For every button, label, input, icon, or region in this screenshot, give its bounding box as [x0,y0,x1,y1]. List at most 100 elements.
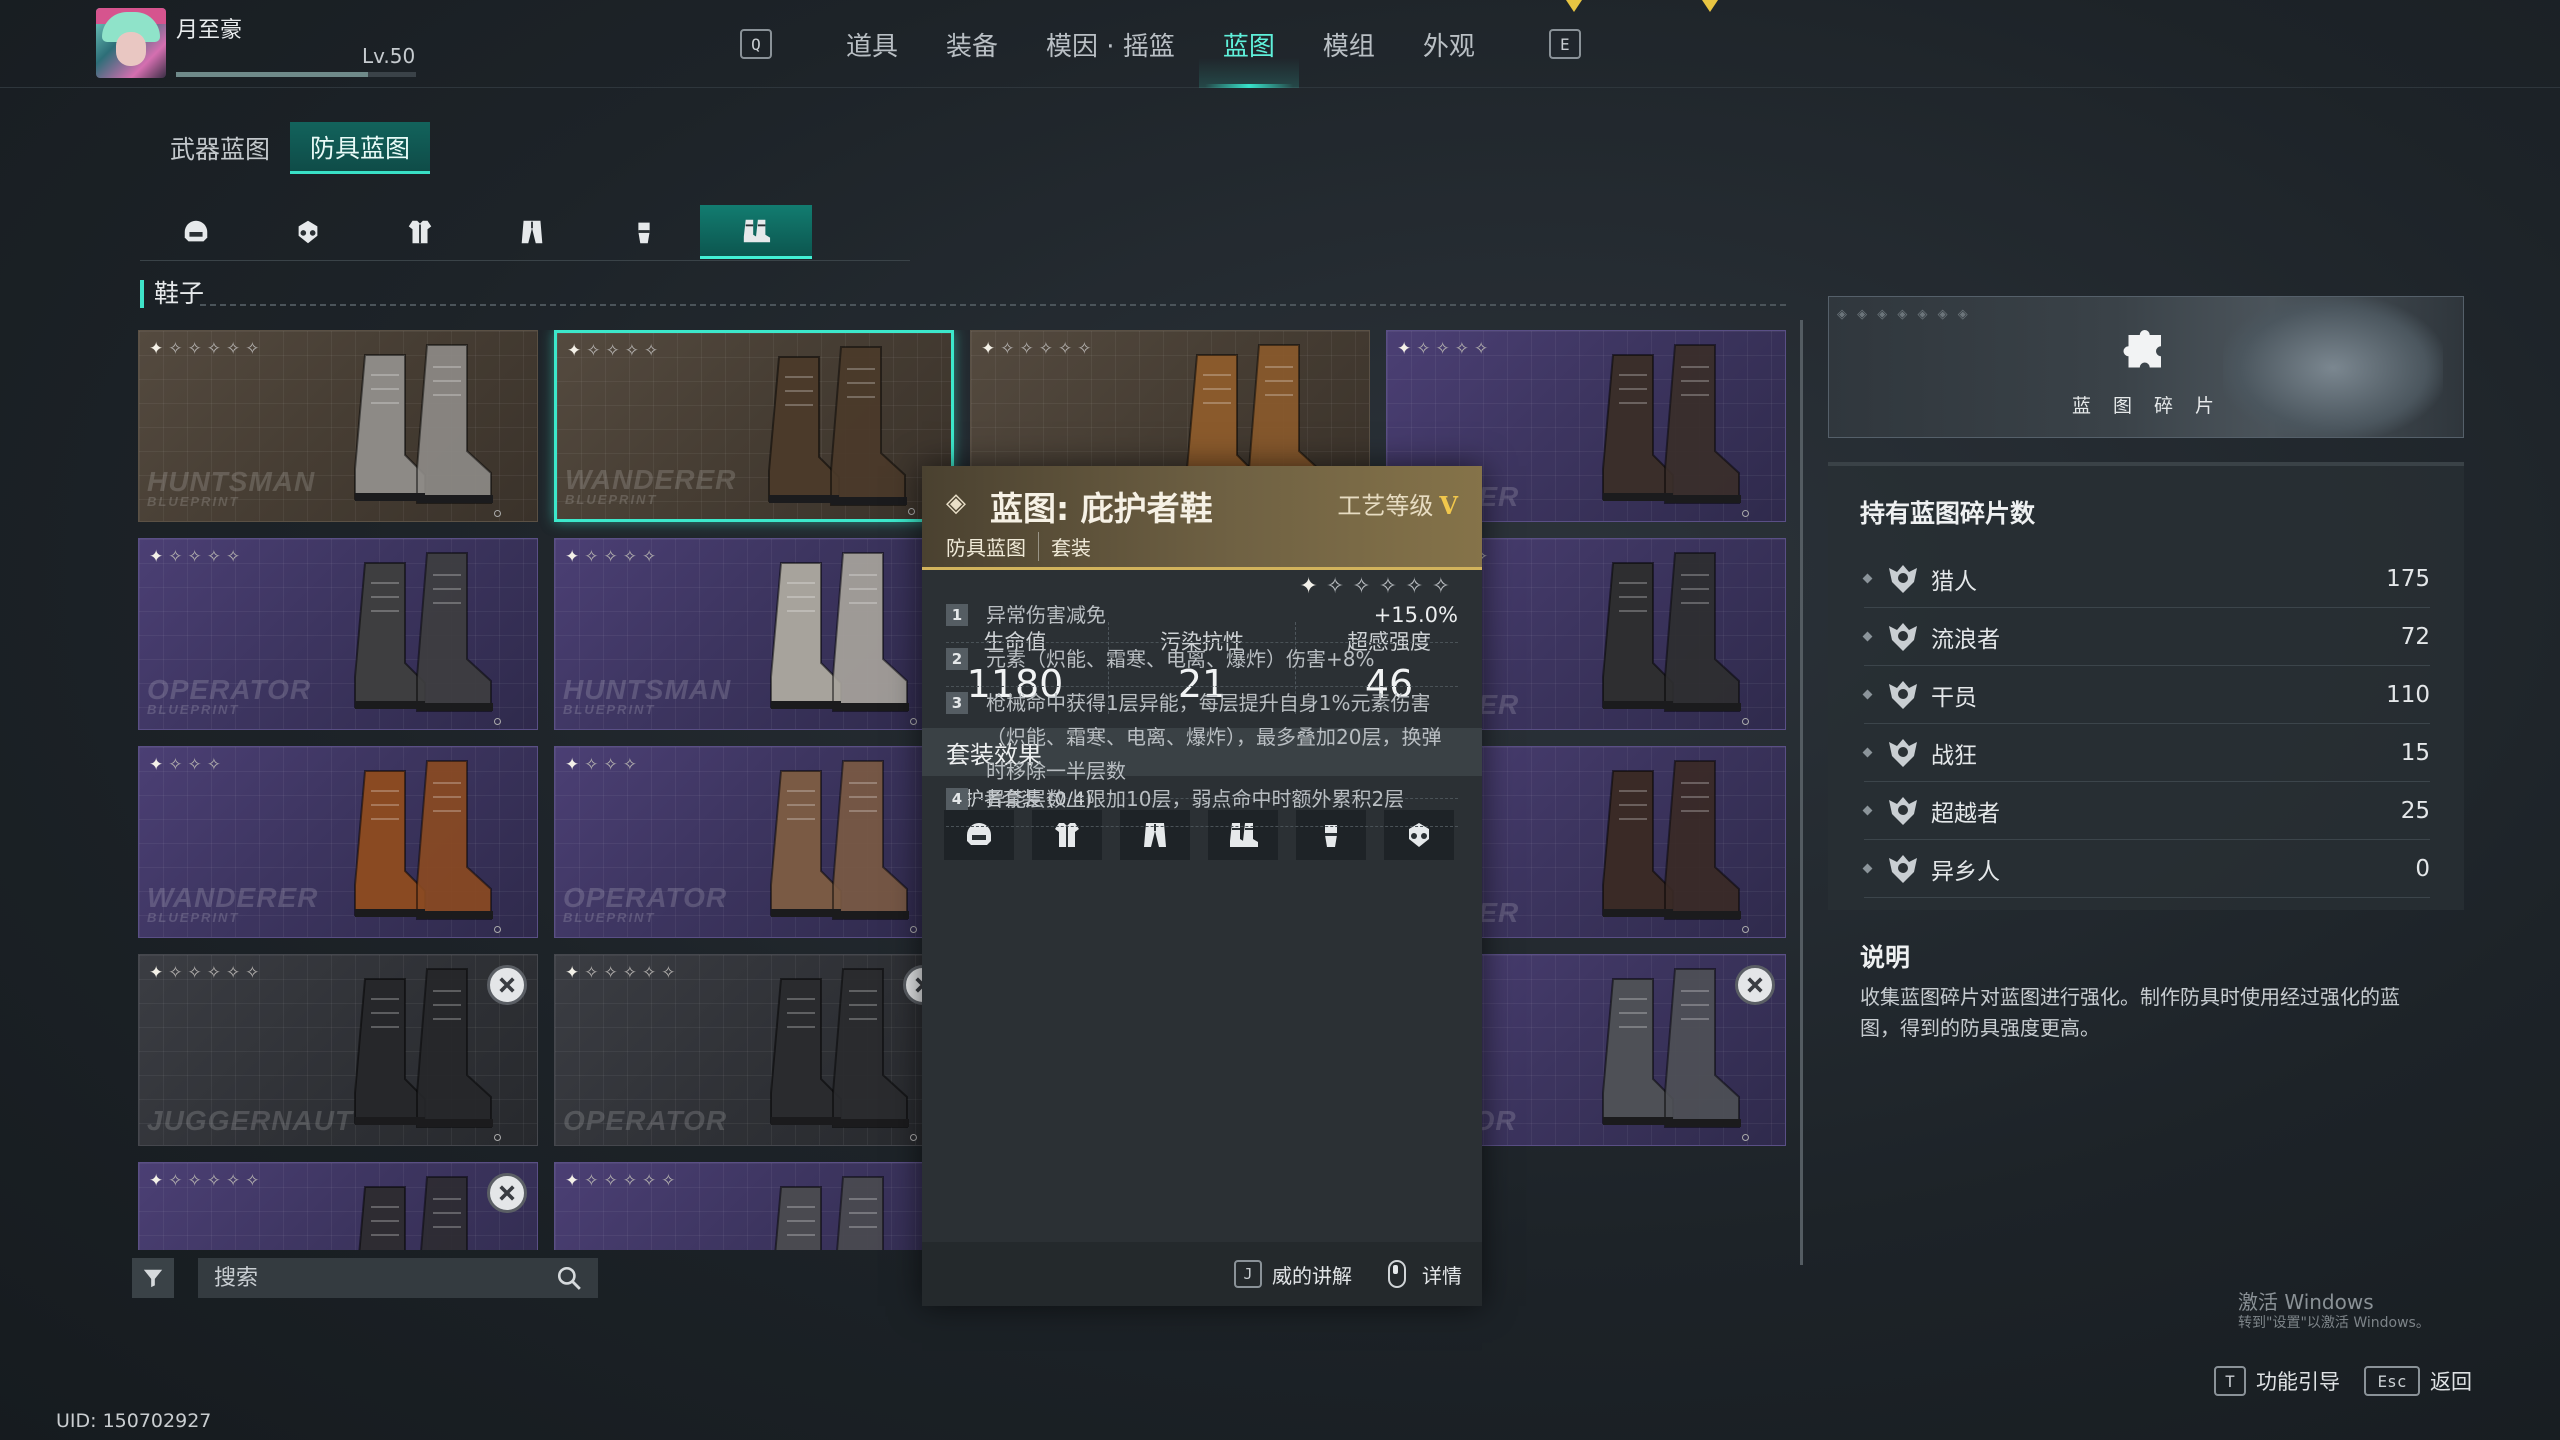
guide-hint[interactable]: T 功能引导 [2214,1366,2340,1396]
rarity-stars: ✦✧✧✧✧✧ [565,963,681,983]
avatar[interactable] [96,8,166,78]
activation-watermark-title: 激活 Windows [2238,1290,2374,1314]
rarity-stars: ✦✧✧✧✧ [1397,339,1494,359]
description-title: 说明 [1860,943,1911,972]
subtab[interactable]: 防具蓝图 [290,122,431,174]
card-brand-watermark: JUGGERNAUT [147,1105,354,1136]
rarity-stars: ✦✧✧✧✧✧ [565,1171,681,1191]
tooltip-title: 蓝图: 庇护者鞋 [990,489,1213,528]
effect-text: 异常伤害减免 [986,603,1106,627]
category-tab[interactable] [140,205,252,259]
boot-image [768,346,907,506]
blueprint-card[interactable]: ✦✧✧✧ OPERATOR BLUEPRINT [554,746,954,938]
card-brand-watermark: WANDERER BLUEPRINT [147,882,319,925]
key-t: T [2214,1366,2246,1396]
divider [140,260,910,261]
nav-tab[interactable]: 道具 [822,0,922,88]
nav-tab[interactable]: 模因 · 摇篮 [1022,0,1199,88]
tag: 防具蓝图 [946,536,1026,560]
nav-tab[interactable]: 蓝图 [1198,0,1299,88]
category-tab[interactable] [588,205,700,259]
rarity-stars: ✦✧✧✧ [149,755,226,775]
boot-image [770,968,909,1128]
blueprint-card[interactable]: ✦✧✧✧ WANDERER BLUEPRINT [138,746,538,938]
player-name: 月至豪 [176,18,243,43]
explain-hint[interactable]: J 威的讲解 [1234,1260,1352,1289]
section-divider [200,304,1786,306]
tag: 套装 [1038,532,1091,561]
fragment-counts-panel: 持有蓝图碎片数 猎人 175 流浪者 72 干员 110 战狂 15 超越者 25 异乡人 0 [1828,462,2464,910]
nav-tab[interactable]: 外观 [1399,0,1499,88]
fragment-row: 战狂 15 [1862,724,2430,782]
puzzle-piece-icon [2123,330,2161,368]
fragment-banner-label: 蓝 图 碎 片 [2071,395,2223,417]
card-brand-watermark: OPERATOR [563,1105,728,1136]
search-box [198,1258,598,1298]
key-j: J [1234,1260,1262,1288]
fragment-count: 72 [2400,623,2430,650]
rarity-stars: ✦✧✧✧✧✧ [149,963,265,983]
locked-icon [1735,965,1775,1005]
fragment-count: 15 [2400,739,2430,766]
fragment-name: 战狂 [1931,742,1977,769]
blueprint-card[interactable]: ✦✧✧✧✧✧ HUNTSMAN BLUEPRINT [138,330,538,522]
effect-text: 异能层数上限加10层，弱点命中时额外累积2层 [986,787,1405,811]
card-brand-watermark: OPERATOR BLUEPRINT [563,882,728,925]
category-tab[interactable] [700,205,812,259]
boot-image [354,760,493,920]
filter-button[interactable] [132,1258,174,1298]
faction-emblem-icon [1889,622,1917,651]
blueprint-card[interactable]: ✦✧✧✧✧ OPERATOR BLUEPRINT [138,538,538,730]
blueprint-card[interactable]: ✦✧✧✧✧✧ OPERATOR [554,954,954,1146]
fragment-count: 175 [2386,565,2430,592]
blueprint-card[interactable]: ✦✧✧✧✧ HUNTSMAN BLUEPRINT [554,538,954,730]
locked-icon [487,965,527,1005]
top-markers [1566,0,1726,14]
level-progress-bar [176,72,416,77]
search-icon[interactable] [556,1265,582,1291]
back-hint[interactable]: Esc 返回 [2364,1366,2472,1396]
rarity-stars: ✦✧✧✧✧ [149,547,246,567]
nav-left-key[interactable]: Q [740,29,772,59]
category-tab[interactable] [252,205,364,259]
category-tab[interactable] [476,205,588,259]
boot-image [1602,552,1741,712]
blueprint-card[interactable]: ✦✧✧✧✧✧ [554,1162,954,1250]
mouse-icon [1388,1260,1406,1288]
card-brand-watermark: WANDERER BLUEPRINT [565,464,737,507]
explain-label: 威的讲解 [1272,1263,1352,1288]
rarity-stars: ✦✧✧✧✧ [565,547,662,567]
card-brand-watermark: HUNTSMAN BLUEPRINT [147,466,316,509]
effect-number: 1 [946,604,968,626]
fragment-name: 超越者 [1931,800,2000,827]
category-tab[interactable] [364,205,476,259]
search-input[interactable] [214,1265,556,1291]
player-level: Lv.50 [362,44,416,68]
mask-icon [298,220,318,244]
blueprint-card[interactable]: ✦✧✧✧✧✧ JUGGERNAUT [138,954,538,1146]
blueprint-card[interactable]: ✦✧✧✧✧ WANDERER BLUEPRINT [554,330,954,522]
boot-image [354,344,493,504]
boot-image [770,760,909,920]
nav-right-key[interactable]: E [1548,29,1581,59]
faction-emblem-icon [1889,796,1917,825]
rarity-stars: ✦✧✧✧✧✧ [149,1171,265,1191]
uid-label: UID: 150702927 [56,1410,212,1432]
boot-image [1602,968,1741,1128]
effect-number: 4 [946,788,968,810]
subtab[interactable]: 武器蓝图 [150,122,290,174]
blueprint-card[interactable]: ✦✧✧✧✧✧ [138,1162,538,1250]
gloves-icon [638,222,650,244]
helmet-icon [184,220,208,242]
grid-scrollbar[interactable] [1800,320,1803,1265]
faction-emblem-icon [1889,738,1917,767]
nav-tab[interactable]: 装备 [922,0,1022,88]
details-hint[interactable]: 详情 [1388,1260,1462,1289]
fragment-counts-title: 持有蓝图碎片数 [1860,499,2036,528]
boot-image [774,1176,884,1250]
boot-image [770,552,909,712]
pants-icon [521,220,543,244]
rarity-stars: ✦✧✧✧✧✧ [149,339,265,359]
nav-tabs: 道具 装备 模因 · 摇篮 蓝图 模组 外观 [822,0,1499,88]
nav-tab[interactable]: 模组 [1299,0,1399,88]
